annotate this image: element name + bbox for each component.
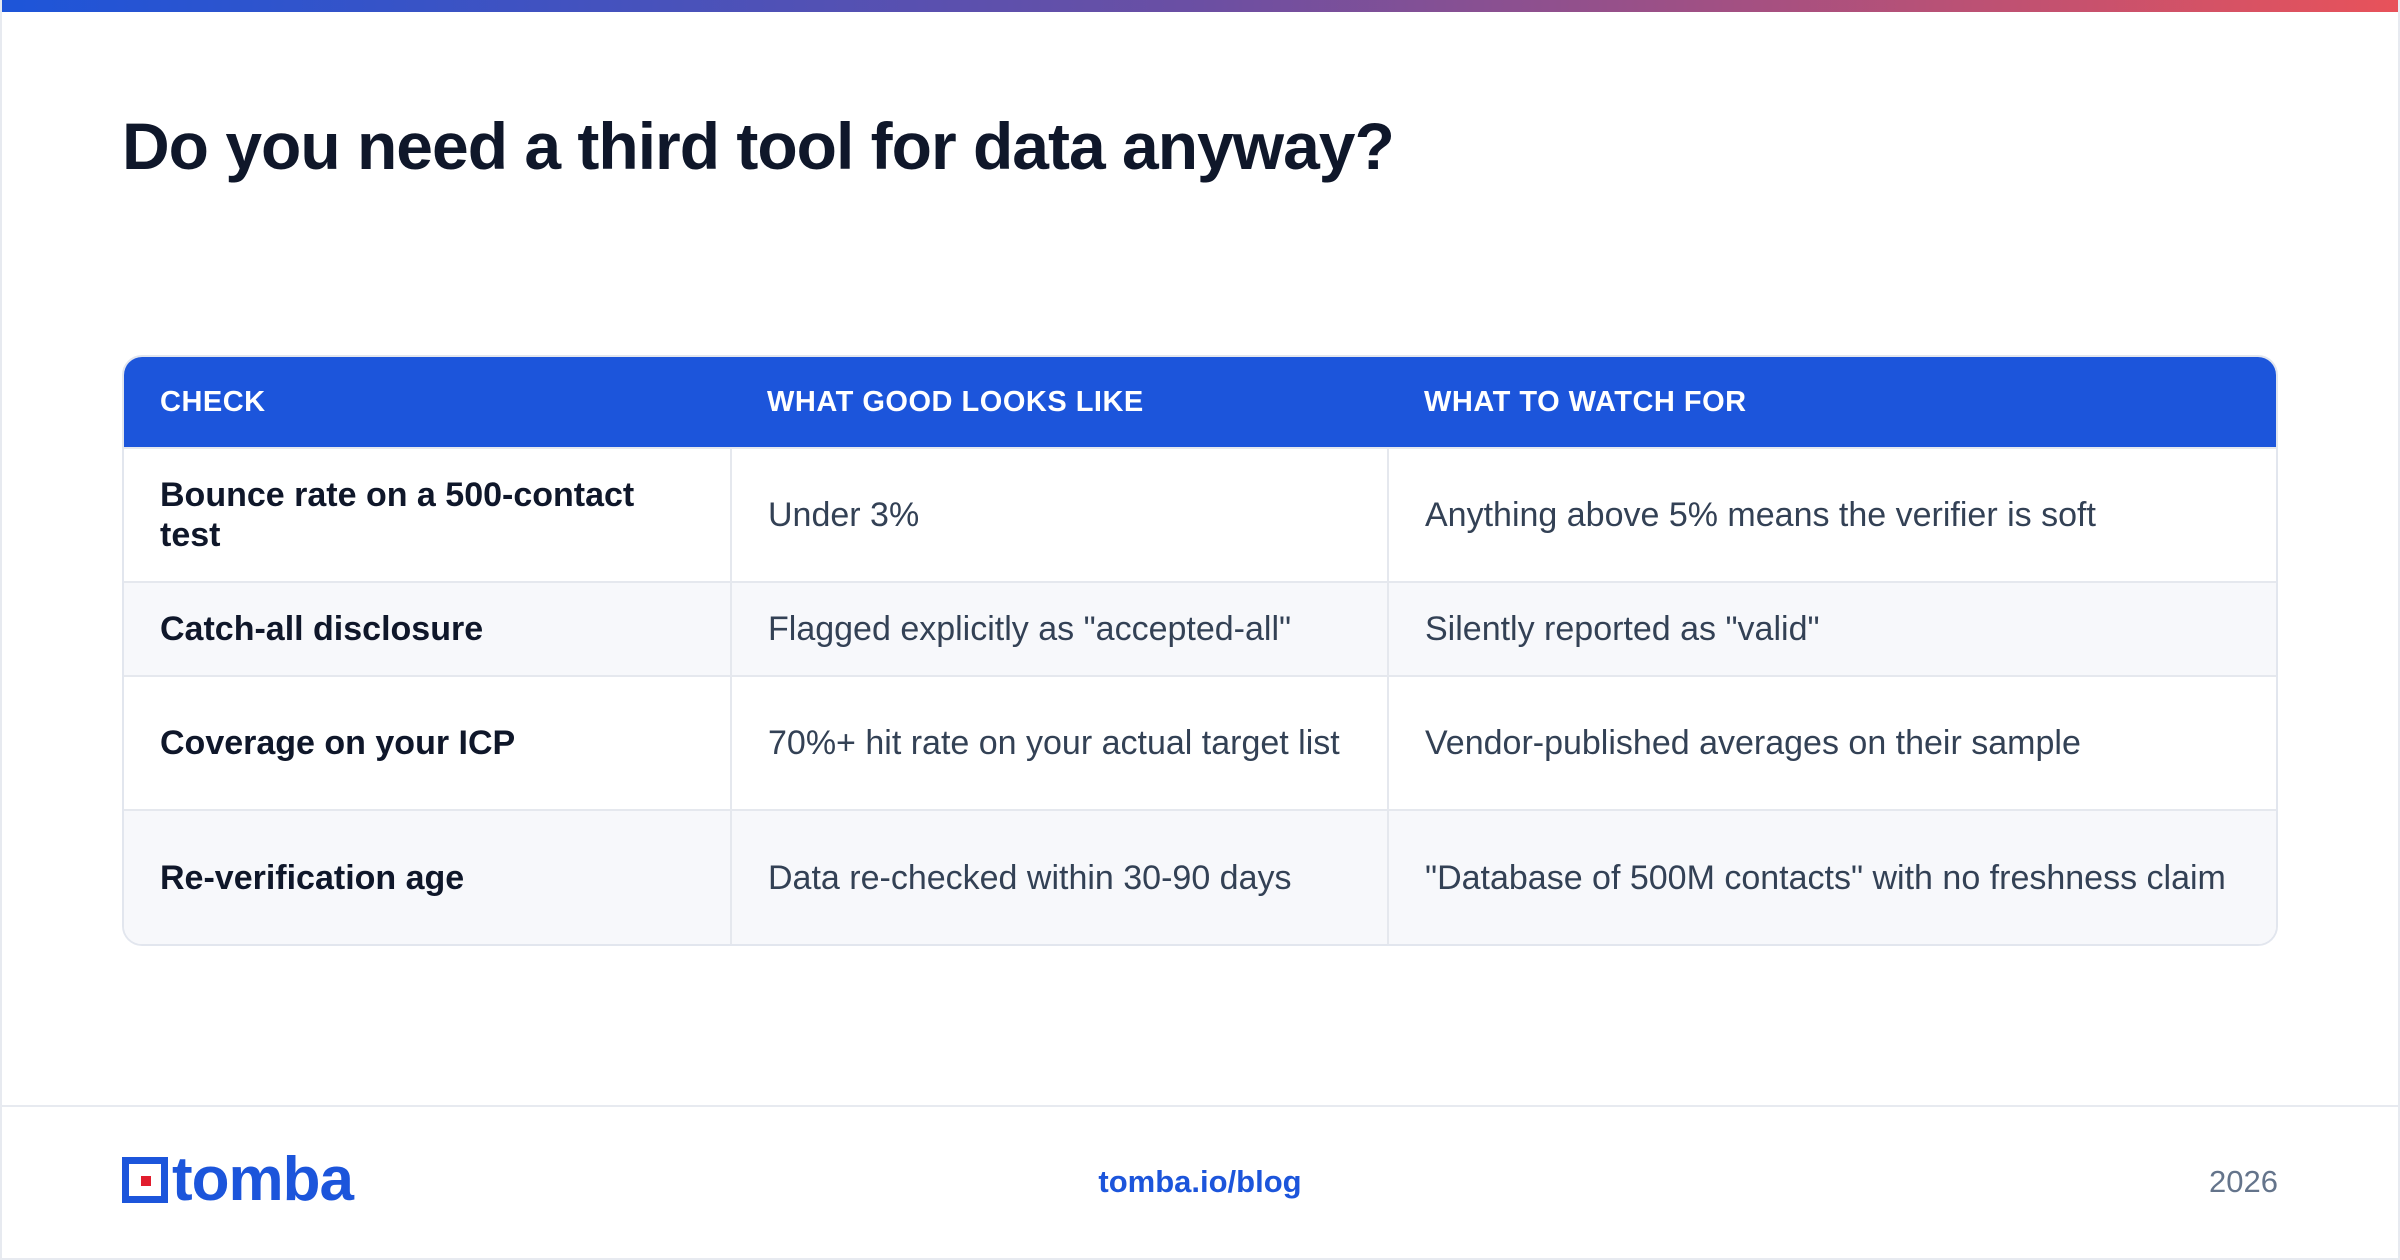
page: Do you need a third tool for data anyway… [0,0,2400,1260]
table-header-row: CHECK WHAT GOOD LOOKS LIKE WHAT TO WATCH… [124,357,2276,448]
row-check-cell: Bounce rate on a 500-contact test [124,447,731,582]
blog-link[interactable]: tomba.io/blog [0,1164,2400,1200]
comparison-table: CHECK WHAT GOOD LOOKS LIKE WHAT TO WATCH… [122,355,2278,946]
row-watch-cell: Silently reported as "valid" [1387,581,2276,676]
table-row: Bounce rate on a 500-contact test Under … [124,447,2276,582]
footer-year: 2026 [2209,1164,2278,1199]
row-good-cell: Data re-checked within 30-90 days [730,809,1388,944]
row-watch-cell: "Database of 500M contacts" with no fres… [1387,809,2276,944]
top-gradient-bar [0,0,2400,12]
header-check: CHECK [160,385,266,418]
table-row: Re-verification age Data re-checked with… [124,809,2276,944]
row-check-cell: Re-verification age [124,809,731,944]
row-watch-cell: Anything above 5% means the verifier is … [1387,447,2276,582]
row-check-cell: Catch-all disclosure [124,581,731,676]
row-good-cell: Under 3% [730,447,1388,582]
footer-divider [0,1105,2400,1107]
header-what-to-watch-for: WHAT TO WATCH FOR [1424,385,1747,418]
row-good-cell: 70%+ hit rate on your actual target list [730,675,1388,810]
page-title: Do you need a third tool for data anyway… [122,109,1395,183]
table-row: Coverage on your ICP 70%+ hit rate on yo… [124,675,2276,810]
row-good-cell: Flagged explicitly as "accepted-all" [730,581,1388,676]
table-row: Catch-all disclosure Flagged explicitly … [124,581,2276,676]
row-check-cell: Coverage on your ICP [124,675,731,810]
header-what-good-looks-like: WHAT GOOD LOOKS LIKE [767,385,1144,418]
row-watch-cell: Vendor-published averages on their sampl… [1387,675,2276,810]
